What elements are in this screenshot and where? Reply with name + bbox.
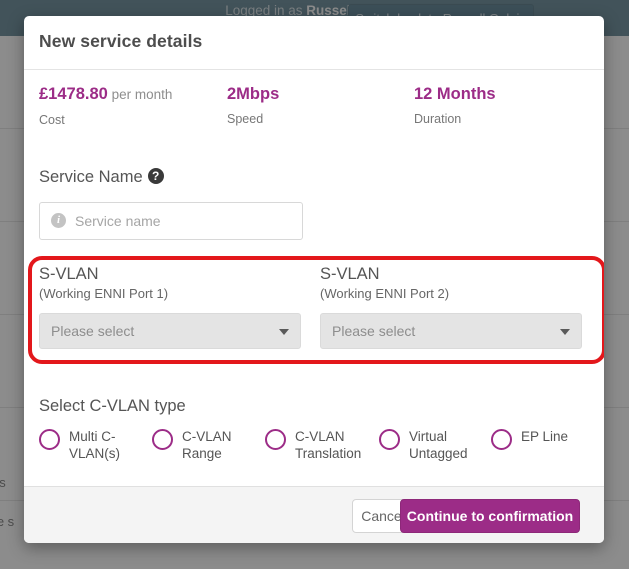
duration-value: 12 Months xyxy=(414,85,496,103)
cost-amount: £1478.80 xyxy=(39,85,108,103)
svlan-port2-select[interactable]: Please select xyxy=(320,313,582,349)
summary-stat-cost: £1478.80 per month Cost xyxy=(39,84,172,127)
radio-circle-icon xyxy=(379,429,400,450)
cost-label: Cost xyxy=(39,113,65,127)
dialog-body: £1478.80 per month Cost 2Mbps Speed 12 M… xyxy=(24,70,604,486)
dialog-footer: Cancel Continue to confirmation xyxy=(24,486,604,543)
radio-ep-line-label: EP Line xyxy=(521,429,569,444)
radio-cvlan-translation-label: C-VLAN Translation xyxy=(295,429,362,461)
svlan-port1-select[interactable]: Please select xyxy=(39,313,301,349)
radio-cvlan-range[interactable]: C-VLAN Range xyxy=(152,428,252,462)
screen: Logged in as Russell. Galpin Switch back… xyxy=(0,0,629,569)
radio-cvlan-translation[interactable]: C-VLAN Translation xyxy=(265,428,375,462)
svlan-port2-title: S-VLAN xyxy=(320,265,380,283)
radio-circle-icon xyxy=(265,429,286,450)
radio-circle-icon xyxy=(491,429,512,450)
summary-stat-speed: 2Mbps Speed xyxy=(227,84,279,126)
radio-circle-icon xyxy=(39,429,60,450)
svlan-port2-block: S-VLAN (Working ENNI Port 2) Please sele… xyxy=(320,264,582,349)
service-name-label-text: Service Name xyxy=(39,168,143,186)
speed-value: 2Mbps xyxy=(227,85,280,103)
cost-value: £1478.80 per month xyxy=(39,84,172,105)
duration-label: Duration xyxy=(414,112,462,126)
svlan-port2-selected-value: Please select xyxy=(332,323,416,339)
service-name-field-block: Service Name? i Service name xyxy=(39,166,324,240)
svlan-port1-title: S-VLAN xyxy=(39,265,99,283)
continue-to-confirmation-button[interactable]: Continue to confirmation xyxy=(400,499,580,533)
new-service-details-dialog: New service details £1478.80 per month C… xyxy=(24,16,604,543)
service-name-placeholder: Service name xyxy=(75,213,161,229)
svlan-port1-subtitle: (Working ENNI Port 1) xyxy=(39,286,169,301)
radio-circle-icon xyxy=(152,429,173,450)
chevron-down-icon xyxy=(560,329,570,335)
svlan-port2-subtitle: (Working ENNI Port 2) xyxy=(320,286,450,301)
dialog-header: New service details xyxy=(24,16,604,70)
dialog-title: New service details xyxy=(39,31,203,51)
radio-ep-line[interactable]: EP Line xyxy=(491,428,591,450)
radio-virtual-untagged-label: Virtual Untagged xyxy=(409,429,468,461)
cvlan-type-heading: Select C-VLAN type xyxy=(39,397,186,415)
radio-multi-cvlan-label: Multi C-VLAN(s) xyxy=(69,429,121,461)
cvlan-type-section: Select C-VLAN type Multi C-VLAN(s) C-VLA… xyxy=(39,395,599,461)
svlan-port1-block: S-VLAN (Working ENNI Port 1) Please sele… xyxy=(39,264,301,349)
info-icon: i xyxy=(51,213,66,228)
service-name-input[interactable]: i Service name xyxy=(39,202,303,240)
service-name-label: Service Name? xyxy=(39,166,324,188)
cvlan-radio-group: Multi C-VLAN(s) C-VLAN Range C-VLAN Tran… xyxy=(39,428,599,478)
cost-suffix: per month xyxy=(107,87,173,102)
svlan-port1-selected-value: Please select xyxy=(51,323,135,339)
radio-cvlan-range-label: C-VLAN Range xyxy=(182,429,232,461)
speed-label: Speed xyxy=(227,112,264,126)
radio-multi-cvlan[interactable]: Multi C-VLAN(s) xyxy=(39,428,144,462)
radio-virtual-untagged[interactable]: Virtual Untagged xyxy=(379,428,479,462)
svlan-section: S-VLAN (Working ENNI Port 1) Please sele… xyxy=(24,264,604,356)
service-summary: £1478.80 per month Cost 2Mbps Speed 12 M… xyxy=(24,70,604,136)
chevron-down-icon xyxy=(279,329,289,335)
summary-stat-duration: 12 Months Duration xyxy=(414,84,496,126)
question-mark-icon[interactable]: ? xyxy=(147,168,164,184)
